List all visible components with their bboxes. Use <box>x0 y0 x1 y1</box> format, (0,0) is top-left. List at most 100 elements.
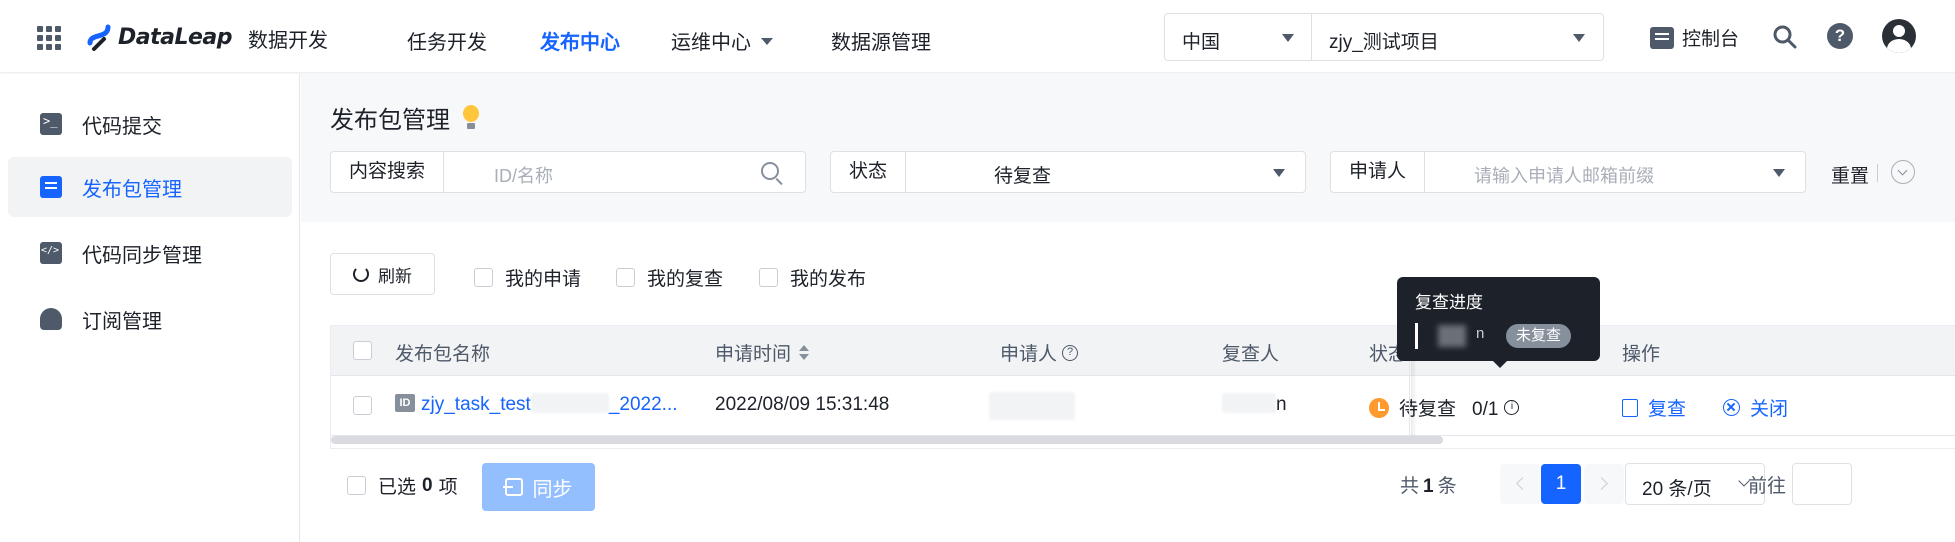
table-header: 发布包名称 申请时间 申请人? 复查人 状态 操作 <box>331 326 1955 376</box>
caret-down-icon <box>1773 169 1785 177</box>
sidebar-item-code-submit[interactable]: 代码提交 <box>8 94 292 154</box>
refresh-button[interactable]: 刷新 <box>330 253 435 295</box>
not-reviewed-tag: 未复查 <box>1506 324 1572 348</box>
content-search-input[interactable]: ID/名称 <box>494 162 553 188</box>
applicant-select-input[interactable]: 请输入申请人邮箱前缀 <box>1474 162 1654 188</box>
page-size-value: 20 条/页 <box>1642 479 1712 500</box>
search-icon[interactable] <box>1772 24 1798 50</box>
close-action-label: 关闭 <box>1750 399 1789 420</box>
reviewer-tail: n <box>1276 394 1287 415</box>
sync-icon <box>502 478 523 496</box>
sort-icon[interactable] <box>799 344 810 361</box>
review-action-label: 复查 <box>1648 399 1687 420</box>
package-name-suffix[interactable]: _2022... <box>609 394 678 415</box>
refresh-icon <box>353 266 369 282</box>
caret-down-icon <box>1273 169 1285 177</box>
sidebar-item-release-package[interactable]: 发布包管理 <box>8 157 292 217</box>
nav-task-dev[interactable]: 任务开发 <box>407 26 487 55</box>
review-icon <box>1622 398 1638 417</box>
checkbox[interactable] <box>474 268 493 287</box>
page-1-button[interactable]: 1 <box>1541 464 1581 504</box>
main-content: 发布包管理 内容搜索 ID/名称 状态 待复查 申请人 请输入申请人邮箱前缀 重… <box>301 74 1955 542</box>
sidebar-item-label: 订阅管理 <box>82 310 162 333</box>
package-name-cell[interactable]: ID zjy_task_test _2022... <box>395 392 678 416</box>
column-header-apply-time[interactable]: 申请时间 <box>715 339 810 366</box>
checkbox[interactable] <box>759 268 778 287</box>
status-filter[interactable]: 状态 待复查 <box>830 151 1306 193</box>
selected-suffix: 项 <box>438 477 458 498</box>
help-icon[interactable]: ? <box>1827 23 1853 49</box>
my-apply-checkbox[interactable]: 我的申请 <box>474 264 581 291</box>
nav-ops-center-label: 运维中心 <box>671 32 751 54</box>
selected-prefix: 已选 <box>378 477 417 498</box>
close-action[interactable]: 关闭 <box>1723 394 1788 421</box>
page-size-select[interactable]: 20 条/页 <box>1625 463 1765 505</box>
column-header-label: 申请时间 <box>715 344 792 365</box>
reset-button[interactable]: 重置 <box>1831 161 1869 188</box>
redacted-mask <box>1438 325 1466 347</box>
column-header-label: 申请人 <box>1000 344 1058 365</box>
dataleap-logo[interactable]: DataLeap <box>86 19 233 55</box>
user-avatar-icon[interactable] <box>1882 19 1916 53</box>
checkbox[interactable] <box>616 268 635 287</box>
sidebar-item-label: 代码同步管理 <box>82 244 202 267</box>
applicant-filter[interactable]: 申请人 请输入申请人邮箱前缀 <box>1330 151 1806 193</box>
reviewer-cell: n <box>1222 392 1287 416</box>
row-checkbox[interactable] <box>353 396 372 415</box>
caret-down-icon <box>1573 34 1585 42</box>
column-header-name: 发布包名称 <box>395 344 491 365</box>
product-name: 数据开发 <box>248 30 328 52</box>
next-page-button[interactable] <box>1584 464 1624 504</box>
apply-time-cell: 2022/08/09 15:31:48 <box>715 394 890 415</box>
my-review-checkbox[interactable]: 我的复查 <box>616 264 723 291</box>
console-icon <box>1650 26 1674 49</box>
nav-datasource-mgmt[interactable]: 数据源管理 <box>831 26 931 55</box>
lightbulb-icon[interactable] <box>462 104 480 131</box>
tooltip-title: 复查进度 <box>1415 293 1483 312</box>
nav-release-center[interactable]: 发布中心 <box>540 26 620 55</box>
prev-page-button[interactable] <box>1500 464 1540 504</box>
close-circle-icon <box>1723 399 1740 417</box>
review-progress: 0/1 <box>1472 399 1499 420</box>
status-cell: 待复查 0/1 i <box>1369 394 1520 421</box>
nav-ops-center[interactable]: 运维中心 <box>671 26 773 55</box>
package-icon <box>40 176 62 198</box>
sidebar-item-code-sync[interactable]: 代码同步管理 <box>8 223 292 283</box>
select-all-footer-checkbox[interactable] <box>347 476 366 495</box>
goto-page-input[interactable] <box>1792 463 1852 505</box>
my-publish-checkbox[interactable]: 我的发布 <box>759 264 866 291</box>
sidebar: 代码提交 发布包管理 代码同步管理 订阅管理 <box>0 74 300 542</box>
applicant-cell <box>989 392 1075 422</box>
logo-text: DataLeap <box>118 24 233 50</box>
search-icon[interactable] <box>761 162 779 180</box>
question-icon[interactable]: ? <box>1062 344 1079 361</box>
column-header-reviewer: 复查人 <box>1222 344 1280 365</box>
caret-down-icon <box>761 38 773 46</box>
package-name-link[interactable]: zjy_task_test <box>421 394 531 415</box>
console-link[interactable]: 控制台 <box>1650 24 1739 51</box>
status-select-value[interactable]: 待复查 <box>994 161 1051 188</box>
region-select[interactable]: 中国 <box>1164 13 1312 61</box>
expand-filters-icon[interactable] <box>1891 160 1915 184</box>
page-title: 发布包管理 <box>330 100 480 135</box>
content-search-filter: 内容搜索 ID/名称 <box>330 151 806 193</box>
select-all-checkbox[interactable] <box>353 341 372 360</box>
checkbox-label: 我的发布 <box>790 269 867 290</box>
sync-button[interactable]: 同步 <box>482 463 595 511</box>
dataleap-logo-mark-icon <box>87 24 111 51</box>
review-action[interactable]: 复查 <box>1622 394 1686 421</box>
horizontal-scrollbar[interactable] <box>331 436 1443 444</box>
clock-icon <box>1369 397 1389 418</box>
sidebar-item-subscription[interactable]: 订阅管理 <box>8 289 292 349</box>
divider <box>1877 164 1878 182</box>
region-value: 中国 <box>1182 32 1221 53</box>
project-select[interactable]: zjy_测试项目 <box>1311 13 1604 61</box>
filter-label: 申请人 <box>1331 152 1426 192</box>
sidebar-item-label: 代码提交 <box>82 115 162 138</box>
tooltip-user-tail: n <box>1476 325 1485 342</box>
apps-grid-icon[interactable] <box>37 26 61 50</box>
selected-count[interactable]: 已选 0 项 <box>347 472 458 499</box>
table-row[interactable]: ID zjy_task_test _2022... 2022/08/09 15:31… <box>331 376 1955 436</box>
filter-label: 内容搜索 <box>331 152 445 192</box>
info-icon[interactable]: i <box>1504 400 1520 416</box>
